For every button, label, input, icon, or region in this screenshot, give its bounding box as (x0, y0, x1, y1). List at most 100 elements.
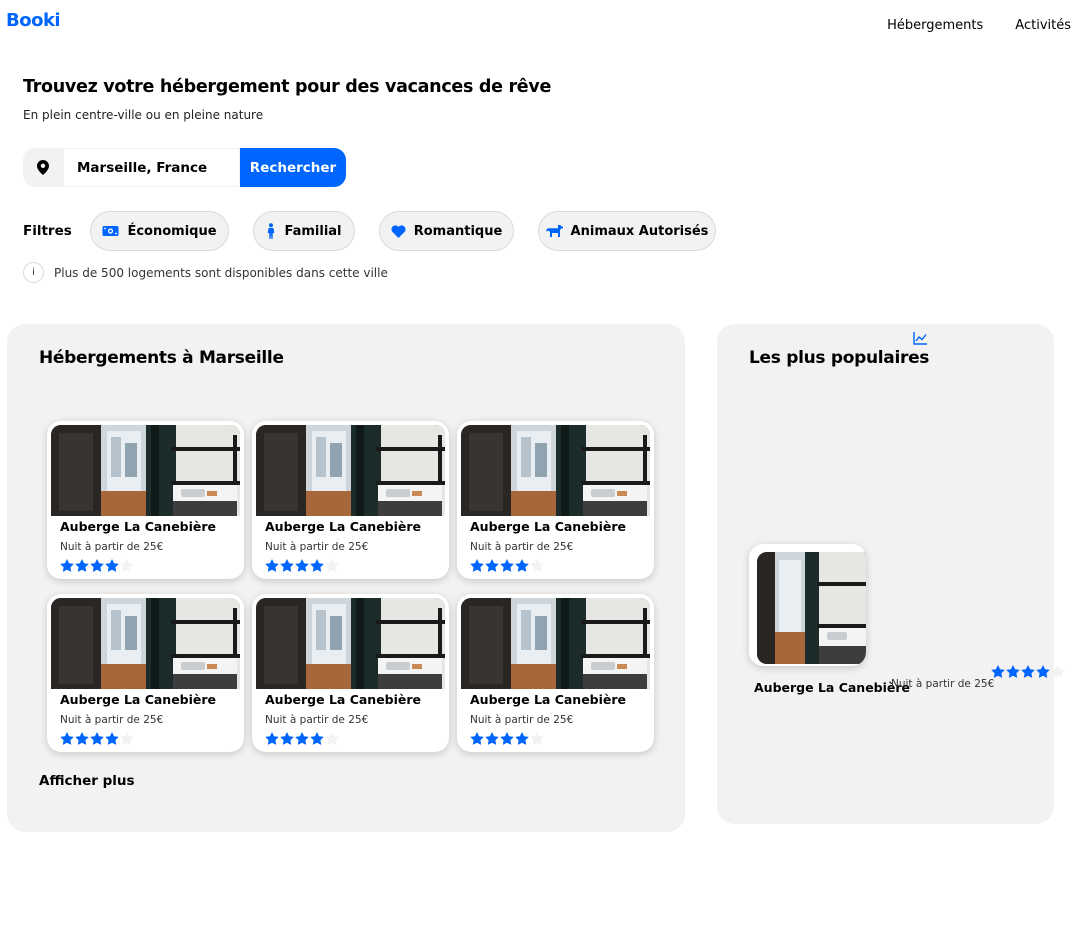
star-icon (515, 559, 529, 572)
card-name: Auberge La Canebière (470, 692, 627, 707)
star-icon (295, 559, 309, 572)
accommodation-card[interactable]: Auberge La Canebière Nuit à partir de 25€ (457, 594, 654, 752)
card-price: Nuit à partir de 25€ (470, 714, 574, 726)
info-icon: i (23, 262, 44, 283)
booki-logo[interactable]: Booki (6, 10, 61, 31)
hostel-photo (256, 598, 445, 689)
hostel-photo (51, 425, 240, 516)
search-bar: Marseille, France Rechercher (23, 148, 346, 187)
star-icon (991, 665, 1005, 678)
card-price: Nuit à partir de 25€ (60, 541, 164, 553)
star-icon (60, 559, 74, 572)
star-icon (530, 732, 544, 745)
star-icon (530, 559, 544, 572)
rating-stars (991, 665, 1065, 678)
star-icon (265, 559, 279, 572)
rating-stars (60, 732, 134, 745)
star-icon (470, 732, 484, 745)
hostel-photo (256, 425, 445, 516)
star-icon (105, 559, 119, 572)
filter-chip-label: Économique (127, 223, 217, 239)
rating-stars (470, 732, 544, 745)
search-button[interactable]: Rechercher (240, 148, 346, 187)
show-more-link[interactable]: Afficher plus (39, 773, 135, 789)
star-icon (1051, 665, 1065, 678)
chart-line-icon (913, 330, 927, 349)
star-icon (310, 732, 324, 745)
card-name: Auberge La Canebière (470, 519, 627, 534)
accommodation-card[interactable]: Auberge La Canebière Nuit à partir de 25€ (47, 594, 244, 752)
nav-link-activites[interactable]: Activités (1015, 18, 1071, 33)
money-icon (102, 225, 119, 237)
nav-link-hebergements[interactable]: Hébergements (887, 18, 983, 33)
star-icon (1036, 665, 1050, 678)
dog-icon (545, 224, 563, 239)
star-icon (295, 732, 309, 745)
star-icon (105, 732, 119, 745)
star-icon (75, 559, 89, 572)
card-price: Nuit à partir de 25€ (265, 541, 369, 553)
star-icon (265, 732, 279, 745)
popular-title: Les plus populaires (749, 348, 930, 368)
main-nav: Hébergements Activités (887, 18, 1071, 33)
heart-icon (391, 224, 406, 238)
info-text: Plus de 500 logements sont disponibles d… (54, 265, 388, 280)
popular-card-price: Nuit à partir de 25€ (891, 678, 995, 690)
star-icon (280, 559, 294, 572)
star-icon (120, 559, 134, 572)
info-note: i Plus de 500 logements sont disponibles… (23, 262, 388, 283)
filter-chip-familial[interactable]: Familial (253, 211, 355, 251)
filter-chip-label: Animaux Autorisés (570, 223, 709, 239)
star-icon (90, 732, 104, 745)
star-icon (515, 732, 529, 745)
accommodation-card[interactable]: Auberge La Canebière Nuit à partir de 25€ (47, 421, 244, 579)
rating-stars (60, 559, 134, 572)
hero-title: Trouvez votre hébergement pour des vacan… (23, 77, 552, 97)
card-price: Nuit à partir de 25€ (470, 541, 574, 553)
accommodation-card[interactable]: Auberge La Canebière Nuit à partir de 25€ (252, 421, 449, 579)
star-icon (470, 559, 484, 572)
map-pin-icon (23, 148, 63, 187)
card-name: Auberge La Canebière (265, 692, 422, 707)
rating-stars (265, 732, 339, 745)
star-icon (485, 732, 499, 745)
filter-chip-label: Familial (284, 223, 342, 239)
star-icon (120, 732, 134, 745)
card-price: Nuit à partir de 25€ (60, 714, 164, 726)
star-icon (500, 559, 514, 572)
popular-card[interactable] (749, 544, 866, 666)
filter-chip-label: Romantique (413, 223, 503, 239)
accommodations-title: Hébergements à Marseille (39, 348, 284, 368)
rating-stars (470, 559, 544, 572)
search-input[interactable]: Marseille, France (63, 148, 240, 187)
hero-subtitle: En plein centre-ville ou en pleine natur… (23, 108, 264, 122)
filter-chip-animaux[interactable]: Animaux Autorisés (538, 211, 716, 251)
accommodation-card[interactable]: Auberge La Canebière Nuit à partir de 25€ (252, 594, 449, 752)
star-icon (485, 559, 499, 572)
star-icon (1006, 665, 1020, 678)
filters-label: Filtres (23, 223, 72, 239)
child-icon (266, 223, 276, 239)
star-icon (75, 732, 89, 745)
card-name: Auberge La Canebière (265, 519, 422, 534)
star-icon (60, 732, 74, 745)
star-icon (280, 732, 294, 745)
filter-chip-romantique[interactable]: Romantique (379, 211, 514, 251)
accommodation-card[interactable]: Auberge La Canebière Nuit à partir de 25€ (457, 421, 654, 579)
star-icon (325, 732, 339, 745)
star-icon (90, 559, 104, 572)
rating-stars (265, 559, 339, 572)
hostel-photo (51, 598, 240, 689)
star-icon (1021, 665, 1035, 678)
star-icon (500, 732, 514, 745)
filter-chip-economique[interactable]: Économique (90, 211, 229, 251)
star-icon (310, 559, 324, 572)
star-icon (325, 559, 339, 572)
popular-card-name: Auberge La Canebière (754, 680, 911, 695)
card-name: Auberge La Canebière (60, 519, 217, 534)
hostel-photo (461, 598, 650, 689)
card-price: Nuit à partir de 25€ (265, 714, 369, 726)
hostel-photo (461, 425, 650, 516)
card-name: Auberge La Canebière (60, 692, 217, 707)
hostel-photo (757, 552, 866, 664)
